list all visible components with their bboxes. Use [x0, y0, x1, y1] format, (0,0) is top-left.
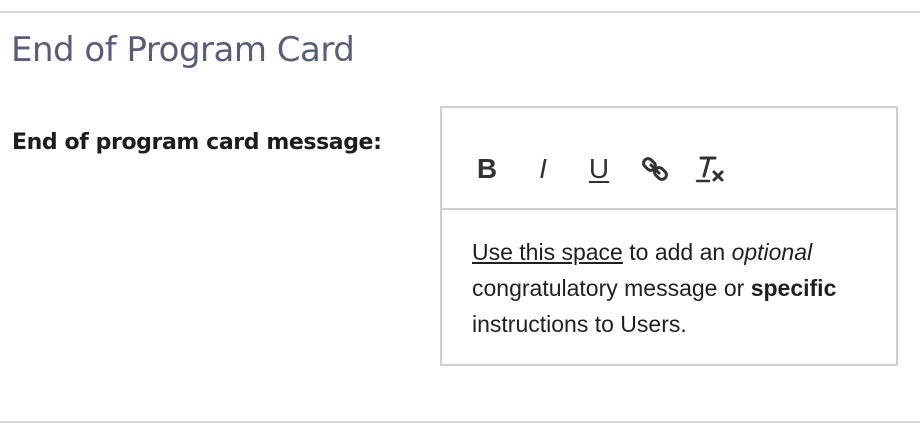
clear-formatting-button[interactable] [694, 152, 728, 186]
italic-icon: I [539, 153, 547, 184]
bottom-divider [0, 421, 920, 423]
plain-text: congratulatory message or [472, 275, 751, 301]
bold-text: specific [750, 275, 837, 301]
section-title: End of Program Card [11, 30, 355, 70]
plain-text: to add an [622, 239, 732, 265]
top-divider [0, 11, 920, 13]
editor-toolbar: B I U [442, 108, 896, 210]
italic-button[interactable]: I [526, 152, 560, 186]
clear-formatting-icon [695, 156, 724, 183]
link-icon [642, 157, 668, 181]
rich-text-editor[interactable]: B I U Use this space to add an optional … [440, 106, 898, 366]
bold-button[interactable]: B [470, 152, 504, 186]
link-button[interactable] [638, 152, 672, 186]
italic-text: optional [731, 239, 813, 265]
underline-button[interactable]: U [582, 152, 616, 186]
underline-icon: U [588, 153, 610, 184]
plain-text: instructions to Users. [472, 311, 687, 337]
editor-content[interactable]: Use this space to add an optional congra… [472, 234, 892, 342]
underlined-text: Use this space [472, 239, 623, 265]
field-label: End of program card message: [12, 130, 382, 155]
bold-icon: B [476, 153, 498, 184]
